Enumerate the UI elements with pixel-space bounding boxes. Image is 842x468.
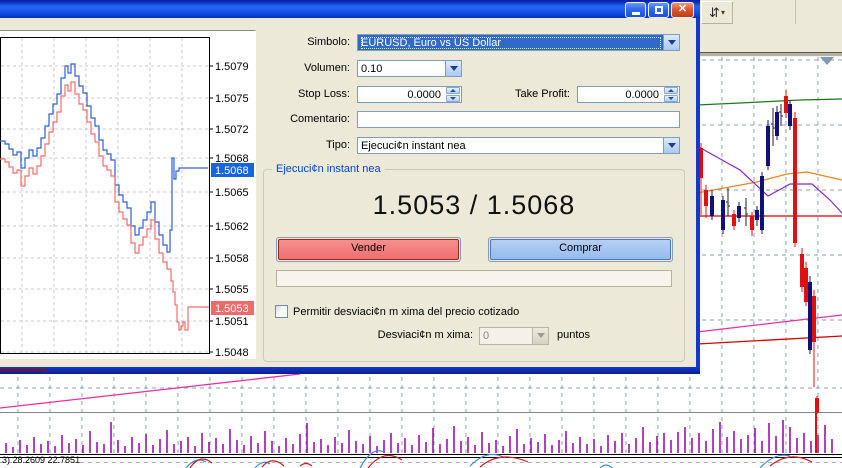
close-icon: ✕ [678, 3, 687, 15]
axis-label: 1.5058 [215, 253, 249, 265]
sell-button-label: Vender [351, 242, 386, 254]
execution-groupbox: Ejecuci¢n instant nea 1.5053 / 1.5068 Ve… [263, 169, 685, 362]
symbol-combobox[interactable]: EURUSD, Euro vs US Dollar [357, 34, 680, 51]
bid-line [0, 82, 208, 330]
candles [699, 90, 819, 414]
tick-chart-panel: 1.5079 1.5075 1.5072 1.5068 1.5065 1.5062 1.50… [0, 30, 256, 359]
axis-label: 1.5048 [215, 347, 249, 359]
buy-button-label: Comprar [559, 242, 602, 254]
axis-label: 1.5072 [215, 124, 249, 136]
groupbox-legend: Ejecuci¢n instant nea [272, 163, 385, 175]
order-toolbar-button[interactable]: ⇵ ▾ [701, 1, 733, 24]
axis-label: 1.5065 [215, 187, 249, 199]
chevron-down-icon[interactable] [445, 61, 461, 76]
oscillator-curve [470, 454, 505, 466]
symbol-value: EURUSD, Euro vs US Dollar [361, 37, 661, 49]
trend-line[interactable] [697, 315, 842, 332]
max-deviation-value: 0 [483, 330, 530, 342]
stop-loss-input[interactable]: 0.0000 [357, 86, 462, 103]
order-result-field [276, 270, 672, 287]
dialog-bottom-border [0, 367, 700, 374]
badge-label: 1.5053 [215, 303, 249, 315]
take-profit-input[interactable]: 0.0000 [577, 86, 680, 103]
badge-label: 1.5068 [215, 165, 249, 177]
volume-value: 0.10 [361, 63, 443, 75]
take-profit-value: 0.0000 [581, 89, 659, 101]
max-deviation-checkbox-label: Permitir desviaci¢n m xima del precio co… [293, 306, 519, 318]
tick-chart: 1.5079 1.5075 1.5072 1.5068 1.5065 1.5062 1.50… [0, 31, 254, 359]
buy-button[interactable]: Comprar [488, 237, 673, 262]
volume-combobox[interactable]: 0.10 [357, 60, 462, 77]
trend-line[interactable] [697, 336, 842, 344]
axis-label: 1.5055 [215, 284, 249, 296]
dialog-titlebar[interactable] [0, 0, 700, 18]
tick-grid [1, 38, 209, 353]
comment-input[interactable] [357, 111, 680, 128]
max-deviation-checkbox[interactable] [275, 305, 288, 318]
chart-window-edge [700, 52, 842, 57]
oscillator-curve [360, 451, 384, 468]
oscillator-curve [300, 464, 312, 467]
triangle-marker [820, 57, 834, 65]
type-label: Tipo: [260, 139, 350, 151]
axis-label: 1.5075 [215, 93, 249, 105]
spin-up-icon[interactable] [446, 87, 460, 94]
max-deviation-label: Desviaci¢n m xima: [341, 329, 473, 341]
toolbar-strip: ⇵ ▾ [700, 0, 842, 52]
comment-label: Comentario: [260, 113, 350, 125]
volume-label: Volumen: [260, 62, 350, 74]
bid-ask-price: 1.5053 / 1.5068 [264, 190, 684, 221]
minimize-icon [632, 12, 640, 15]
axis-label: 1.5079 [215, 61, 249, 73]
indicator-values-text: 3) 28.2609 22.7851 [2, 455, 80, 465]
stop-loss-value: 0.0000 [361, 89, 441, 101]
axis-label: 1.5062 [215, 221, 249, 233]
volume-bars [6, 420, 832, 453]
maximize-icon [655, 6, 663, 14]
arrows-icon: ⇵ [709, 6, 720, 19]
type-value: Ejecuci¢n instant nea [361, 140, 661, 152]
order-dialog: ✕ 1.50791.50751.50721.50681.50651.50621.… [0, 0, 700, 374]
take-profit-label: Take Profit: [468, 88, 570, 100]
toolbar-separator [795, 0, 796, 24]
moving-average-line [697, 99, 842, 105]
oscillator-curve [770, 457, 812, 466]
chevron-down-icon [532, 328, 548, 344]
dropdown-caret-icon: ▾ [721, 9, 725, 17]
stop-loss-label: Stop Loss: [260, 88, 350, 100]
max-deviation-units: puntos [557, 329, 590, 341]
type-combobox[interactable]: Ejecuci¢n instant nea [357, 137, 680, 154]
trend-line[interactable] [0, 374, 300, 408]
maximize-button[interactable] [648, 2, 669, 18]
spin-up-icon[interactable] [664, 87, 678, 94]
red-line-fragment [0, 369, 47, 371]
spin-down-icon[interactable] [664, 95, 678, 102]
close-button[interactable]: ✕ [671, 2, 694, 18]
minimize-button[interactable] [625, 2, 646, 18]
max-deviation-select: 0 [479, 327, 549, 345]
spin-down-icon[interactable] [446, 95, 460, 102]
chevron-down-icon[interactable] [663, 138, 679, 153]
chevron-down-icon[interactable] [663, 35, 679, 50]
sell-button[interactable]: Vender [276, 237, 461, 262]
axis-label: 1.5051 [215, 316, 249, 328]
symbol-label: Simbolo: [260, 36, 350, 48]
